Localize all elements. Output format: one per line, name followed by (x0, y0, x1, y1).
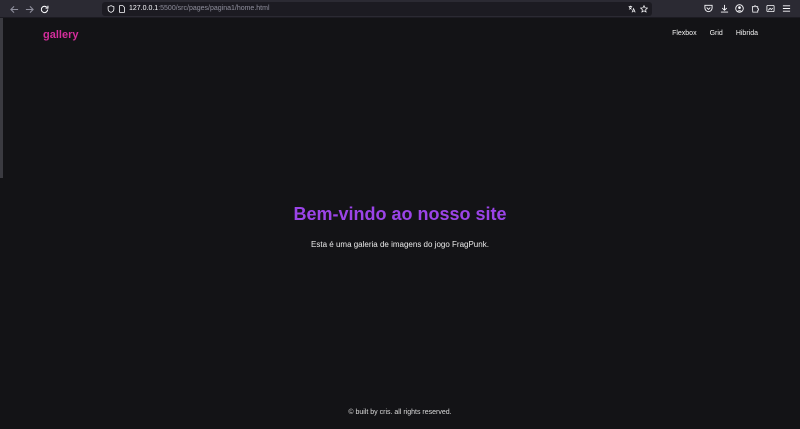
hero-title: Bem-vindo ao nosso site (293, 204, 507, 224)
site-footer: © built by cris. all rights reserved. (348, 409, 452, 416)
back-arrow-icon[interactable] (7, 2, 21, 16)
download-icon[interactable] (719, 3, 730, 14)
puzzle-icon[interactable] (750, 3, 761, 14)
site-logo[interactable]: gallery (43, 28, 78, 42)
hero-section: Bem-vindo ao nosso site Esta é uma galer… (0, 202, 800, 250)
nav-link-hibrida[interactable]: Hibrida (736, 29, 758, 39)
nav-link-flexbox[interactable]: Flexbox (672, 29, 697, 39)
address-bar[interactable]: 127.0.0.1:5500/src/pages/pagina1/home.ht… (102, 2, 652, 16)
url-text[interactable]: 127.0.0.1:5500/src/pages/pagina1/home.ht… (129, 3, 270, 15)
page-icon[interactable] (117, 4, 127, 14)
url-path: :5500/src/pages/pagina1/home.html (158, 5, 270, 12)
translate-icon[interactable] (627, 4, 637, 14)
star-icon[interactable] (639, 4, 649, 14)
site-header: gallery Flexbox Grid Hibrida (0, 18, 800, 52)
hero-description: Esta é uma galeria de imagens do jogo Fr… (311, 240, 489, 249)
page-viewport: gallery Flexbox Grid Hibrida Bem-vindo a… (0, 18, 800, 429)
account-icon[interactable] (734, 3, 745, 14)
site-nav: Flexbox Grid Hibrida (672, 29, 758, 39)
nav-link-grid[interactable]: Grid (710, 29, 723, 39)
hamburger-menu-icon[interactable] (781, 3, 792, 14)
browser-toolbar: 127.0.0.1:5500/src/pages/pagina1/home.ht… (0, 0, 800, 18)
url-host: 127.0.0.1 (129, 5, 159, 12)
pocket-icon[interactable] (703, 3, 714, 14)
shield-icon[interactable] (106, 4, 116, 14)
screenshot-icon[interactable] (765, 3, 776, 14)
reload-icon[interactable] (37, 2, 51, 16)
forward-arrow-icon[interactable] (22, 2, 36, 16)
